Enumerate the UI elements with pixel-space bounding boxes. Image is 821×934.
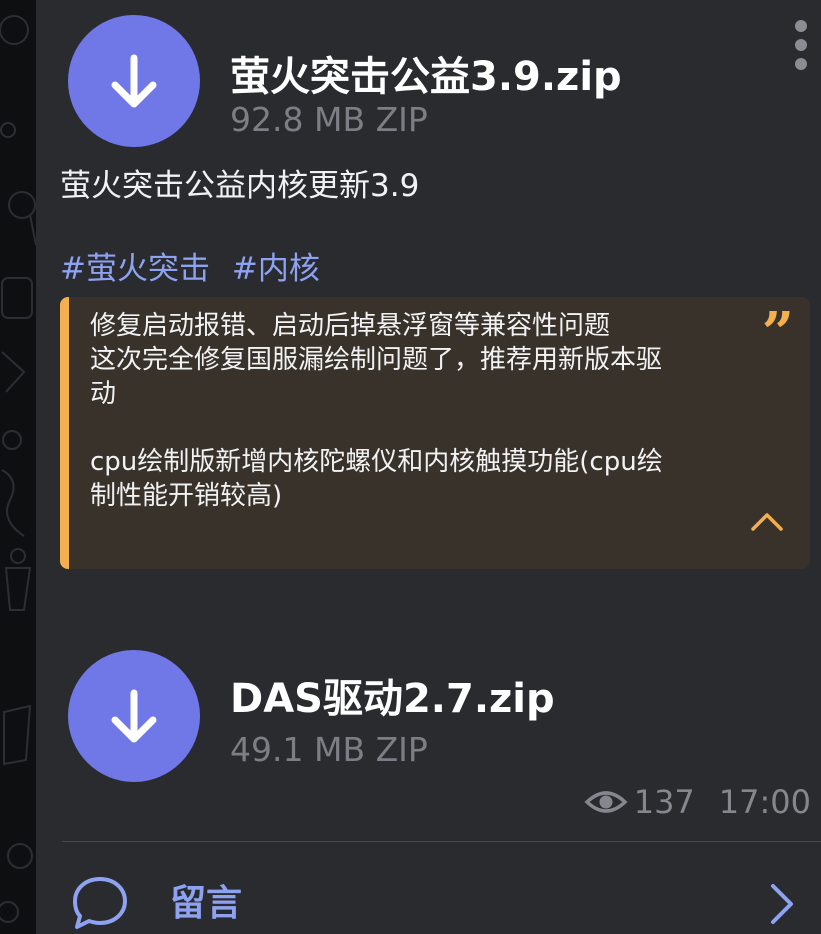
- view-count: 137: [633, 783, 695, 821]
- more-vertical-icon: [795, 20, 807, 70]
- message-meta: 137 17:00: [584, 780, 811, 824]
- file-size: 49.1 MB ZIP: [230, 730, 428, 769]
- chevron-right-icon: [771, 884, 793, 924]
- hashtag-link[interactable]: #萤火突击: [60, 251, 210, 287]
- quote-icon: ”: [761, 300, 794, 366]
- message-time: 17:00: [718, 783, 811, 821]
- chevron-up-icon: [751, 513, 783, 531]
- hashtag-link[interactable]: #内核: [232, 251, 320, 287]
- file-size: 92.8 MB ZIP: [230, 100, 428, 139]
- comment-label: 留言: [170, 883, 243, 924]
- eye-icon: [584, 791, 628, 813]
- collapse-quote-button[interactable]: [750, 511, 784, 537]
- blockquote: 修复启动报错、启动后掉悬浮窗等兼容性问题 这次完全修复国服漏绘制问题了，推荐用新…: [60, 297, 810, 569]
- file-attachment[interactable]: DAS驱动2.7.zip 49.1 MB ZIP: [68, 650, 748, 782]
- chat-wallpaper: [0, 0, 36, 934]
- download-icon: [111, 689, 157, 743]
- divider: [62, 841, 821, 842]
- message-text: 萤火突击公益内核更新3.9: [60, 168, 420, 204]
- comment-bubble-icon: [73, 877, 127, 929]
- download-icon: [111, 54, 157, 108]
- download-button[interactable]: [68, 650, 200, 782]
- file-name[interactable]: DAS驱动2.7.zip: [230, 666, 555, 724]
- hashtag-list: #萤火突击 #内核: [60, 243, 332, 288]
- message-menu-button[interactable]: [790, 18, 812, 76]
- file-attachment[interactable]: 萤火突击公益3.9.zip 92.8 MB ZIP: [68, 15, 748, 147]
- doodle-pattern-icon: [0, 15, 36, 923]
- leave-comment-button[interactable]: 留言: [62, 850, 821, 934]
- file-name[interactable]: 萤火突击公益3.9.zip: [230, 44, 622, 102]
- quote-text: 修复启动报错、启动后掉悬浮窗等兼容性问题 这次完全修复国服漏绘制问题了，推荐用新…: [90, 311, 663, 511]
- download-button[interactable]: [68, 15, 200, 147]
- quote-accent-bar: [60, 297, 69, 569]
